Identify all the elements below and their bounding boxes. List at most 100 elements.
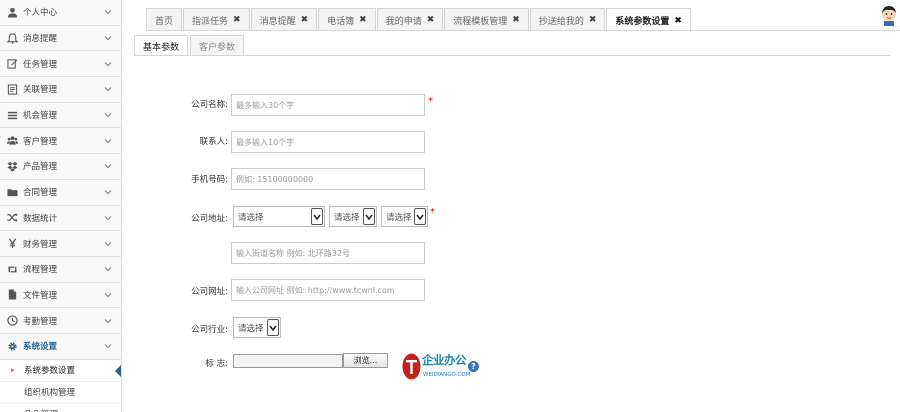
tab-label: 首页 [155,16,174,27]
tab[interactable]: 抄送给我的 ✖ [529,8,606,31]
phone-input[interactable] [231,168,425,190]
close-icon[interactable]: ✖ [512,15,520,25]
website-input[interactable] [231,279,425,301]
sidebar-item[interactable]: 消息提醒 [0,25,121,52]
sidebar-subitem-label: 组织机构管理 [24,388,76,399]
chevron-down-icon [104,111,112,119]
brand-name: 企业办公 [422,353,467,367]
tab-label: 消息提醒 [259,16,296,27]
phone-label: 手机号码: [191,175,228,185]
close-icon[interactable]: ✖ [427,15,435,25]
tab[interactable]: 首页 [146,8,183,31]
subtab-label: 客户参数 [199,42,236,53]
tab[interactable]: 系统参数设置 ✖ [606,8,691,32]
retweet-icon [6,263,18,275]
address-required-mark: * [430,207,435,218]
city-select[interactable]: 请选择 [329,206,377,227]
sidebar-item-label: 财务管理 [23,239,58,250]
sidebar-subitem[interactable]: ▸ 系统参数设置 [0,359,121,382]
file-icon [6,289,18,301]
avatar[interactable] [880,4,898,26]
sidebar-item[interactable]: 考勤管理 [0,308,121,334]
tab-label: 系统参数设置 [615,17,670,27]
caret-right-icon: ▸ [11,366,15,375]
sidebar: 个人中心 消息提醒 任务管理 关联管理 机会管理 客户管理产品管理合同管理数据统计财务管理… [0,0,122,412]
sidebar-item[interactable]: 机会管理 [0,102,121,129]
sidebar-item[interactable]: 个人中心 [0,0,121,26]
sidebar-item-label: 合同管理 [23,188,58,199]
province-select-value: 请选择 [238,212,264,223]
edit-icon [6,58,18,70]
gear-icon [6,340,18,352]
chevron-down-icon [104,342,112,350]
chevron-down-icon [414,208,426,225]
sidebar-item[interactable]: 合同管理 [0,179,121,206]
chevron-down-icon [104,85,112,93]
tab[interactable]: 流程模板管理 ✖ [444,8,529,31]
district-select-value: 请选择 [386,212,412,223]
company-name-required-mark: * [428,96,433,107]
tab-label: 抄送给我的 [538,16,584,27]
company-name-input[interactable] [231,94,425,116]
chevron-down-icon [104,188,112,196]
tab-list: 首页 指派任务 ✖ 消息提醒 ✖ 电话簿 ✖ 我的申请 ✖ 流程模板管理 ✖ 抄送给我的 ✖ 系统参数设置… [146,8,692,32]
subtab[interactable]: 客户参数 [190,35,245,56]
tab[interactable]: 电话簿 ✖ [318,8,376,31]
brand-logo-mark [402,353,421,380]
website-label: 公司网址: [191,287,228,297]
sidebar-item-label: 数据统计 [23,213,58,224]
chevron-down-icon [104,265,112,273]
close-icon[interactable]: ✖ [301,15,309,25]
sidebar-item[interactable]: 系统设置 [0,333,121,360]
close-icon[interactable]: ✖ [589,15,597,25]
chevron-down-icon [267,319,279,336]
logo-label: 标 志: [205,359,228,369]
tab-bar: 首页 指派任务 ✖ 消息提醒 ✖ 电话簿 ✖ 我的申请 ✖ 流程模板管理 ✖ 抄送给我的 ✖ 系统参数设置… [122,0,900,32]
close-icon[interactable]: ✖ [359,15,367,25]
sidebar-item[interactable]: 流程管理 [0,256,121,283]
sidebar-item[interactable]: 关联管理 [0,77,121,103]
sidebar-subitem[interactable]: 组织机构管理 [0,381,121,404]
active-indicator-icon [115,364,121,377]
sidebar-item[interactable]: 客户管理 [0,128,121,155]
user-icon [6,6,18,18]
chevron-down-icon [104,291,112,299]
subtab-list: 基本参数 客户参数 [134,35,246,56]
sidebar-item[interactable]: 任务管理 [0,51,121,78]
contact-input[interactable] [231,131,425,153]
browse-button[interactable]: 浏览... [343,353,388,368]
help-icon[interactable]: ? [468,361,479,372]
dropbox-icon [6,160,18,172]
district-select[interactable]: 请选择 [381,206,428,227]
clock-icon [6,315,18,327]
sidebar-item[interactable]: 财务管理 [0,231,121,257]
sidebar-item[interactable]: 文件管理 [0,282,121,309]
tab-bar-divider [146,30,900,31]
tab[interactable]: 指派任务 ✖ [183,8,250,31]
province-select[interactable]: 请选择 [233,206,325,227]
brand-subtitle: WEIDIANGO.COM [423,372,471,378]
subtab-label: 基本参数 [143,42,180,53]
close-icon[interactable]: ✖ [233,15,241,25]
close-icon[interactable]: ✖ [674,16,682,26]
tab-label: 指派任务 [192,16,229,27]
chevron-down-icon [104,162,112,170]
sidebar-item[interactable]: 数据统计 [0,205,121,232]
sidebar-item-label: 产品管理 [23,162,58,173]
chevron-down-icon [104,317,112,325]
chevron-down-icon [104,34,112,42]
company-name-label: 公司名称: [191,100,228,110]
list-icon [6,109,18,121]
chevron-down-icon [363,208,375,225]
group-icon [6,135,18,147]
address-label: 公司地址: [191,214,228,224]
tab[interactable]: 我的申请 ✖ [376,8,444,31]
logo-file-path[interactable] [233,354,343,368]
sidebar-subitem[interactable]: 角色管理 [0,403,121,412]
street-input[interactable] [231,242,425,264]
industry-select[interactable]: 请选择 [233,317,281,338]
subtab[interactable]: 基本参数 [134,35,189,56]
tab[interactable]: 消息提醒 ✖ [250,8,318,31]
sidebar-subitem-label: 系统参数设置 [24,366,76,377]
sidebar-item[interactable]: 产品管理 [0,154,121,180]
